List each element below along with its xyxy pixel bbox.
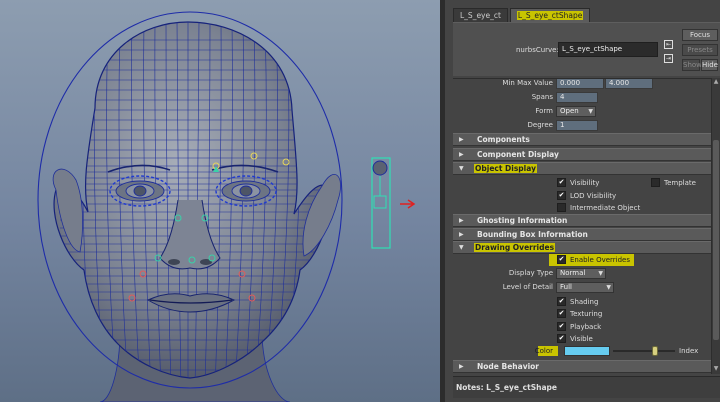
max-value-field[interactable]: 4.000 [605,79,653,89]
spans-label: Spans [531,93,553,101]
intermediate-checkbox[interactable]: ✔ [557,203,566,212]
texturing-label: Texturing [570,310,603,318]
lod-visibility-checkbox[interactable]: ✔ [557,191,566,200]
display-type-value: Normal [560,269,586,277]
spans-row: Spans 4 [453,91,711,104]
lod-value: Full [560,283,572,291]
section-drawing-overrides[interactable]: ▼ Drawing Overrides [453,241,711,254]
section-node-behavior[interactable]: ▶ Node Behavior [453,360,711,373]
section-title: Component Display [477,150,559,159]
color-swatch[interactable] [564,346,610,356]
section-components[interactable]: ▶ Components [453,133,711,146]
visible-label: Visible [570,335,593,343]
visibility-label: Visibility [570,179,600,187]
attribute-editor: L_S_eye_ct L_S_eye_ctShape nurbsCurve: L… [445,0,720,402]
section-title: Components [477,135,530,144]
form-dropdown[interactable]: Open ▼ [556,106,596,117]
right-eye-mesh [221,180,271,202]
intermediate-label: Intermediate Object [570,204,641,212]
show-button[interactable]: Show [682,59,702,71]
chevron-down-icon: ▼ [598,270,603,277]
chevron-down-icon: ▼ [588,108,593,115]
lod-row: Level of Detail Full ▼ [453,281,711,294]
shading-checkbox[interactable]: ✔ [557,297,566,306]
input-connection-icon[interactable]: ⇤ [664,40,673,49]
section-title: Drawing Overrides [474,243,556,252]
tab-shape[interactable]: L_S_eye_ctShape [509,8,591,22]
display-type-row: Display Type Normal ▼ [453,267,711,280]
eye-slider-control[interactable] [371,157,416,249]
output-connection-icon[interactable]: ⇥ [664,54,673,63]
scroll-up-icon[interactable]: ▲ [712,78,720,86]
form-row: Form Open ▼ [453,105,711,118]
shading-label: Shading [570,298,599,306]
triangle-right-icon: ▶ [459,231,464,238]
visibility-checkbox[interactable]: ✔ [557,178,566,187]
color-label: Color [534,347,553,355]
scroll-down-icon[interactable]: ▼ [712,365,720,373]
hide-button[interactable]: Hide [701,59,718,71]
color-index-slider-handle[interactable] [652,346,658,356]
lod-dropdown[interactable]: Full ▼ [556,282,614,293]
display-type-dropdown[interactable]: Normal ▼ [556,268,606,279]
section-title: Node Behavior [477,362,540,371]
enable-overrides-checkbox[interactable]: ✔ [557,255,566,264]
section-title: Ghosting Information [477,216,568,225]
lod-visibility-label: LOD Visibility [570,192,617,200]
triangle-right-icon: ▶ [459,136,464,143]
triangle-down-icon: ▼ [459,165,464,172]
section-title: Bounding Box Information [477,230,588,239]
degree-field[interactable]: 1 [556,120,598,131]
color-index-slider-track[interactable] [613,350,675,352]
section-title: Object Display [474,164,537,173]
form-label: Form [535,107,553,115]
attribute-scroll-area[interactable]: Min Max Value 0.000 4.000 Spans 4 Form O… [453,78,711,374]
chevron-down-icon: ▼ [606,284,611,291]
color-row: Color Index [453,345,711,358]
triangle-down-icon: ▼ [459,244,464,251]
vertical-scrollbar[interactable]: ▲ ▼ [711,78,720,374]
presets-button[interactable]: Presets [682,44,718,56]
display-type-label: Display Type [508,269,553,277]
focus-button[interactable]: Focus [682,29,718,41]
section-bounding-box[interactable]: ▶ Bounding Box Information [453,228,711,241]
section-component-display[interactable]: ▶ Component Display [453,148,711,161]
notes-bar[interactable]: Notes: L_S_eye_ctShape [453,376,720,398]
degree-label: Degree [527,121,553,129]
visible-checkbox[interactable]: ✔ [557,334,566,343]
node-name-field[interactable]: L_S_eye_ctShape [558,42,658,57]
arrow-right-icon [400,199,416,209]
form-value: Open [560,107,579,115]
triangle-right-icon: ▶ [459,151,464,158]
degree-row: Degree 1 [453,119,711,132]
playback-checkbox[interactable]: ✔ [557,322,566,331]
scroll-thumb[interactable] [713,140,719,340]
tab-shape-label: L_S_eye_ctShape [516,11,584,20]
triangle-right-icon: ▶ [459,217,464,224]
section-ghosting[interactable]: ▶ Ghosting Information [453,214,711,227]
template-checkbox[interactable]: ✔ [651,178,660,187]
node-type-label: nurbsCurve: [516,46,559,54]
left-nostril [168,259,180,265]
head-mesh-view[interactable] [0,0,440,402]
minmax-label: Min Max Value [502,79,553,87]
texturing-checkbox[interactable]: ✔ [557,309,566,318]
index-label: Index [679,347,699,355]
spans-field[interactable]: 4 [556,92,598,103]
section-object-display[interactable]: ▼ Object Display [453,162,711,175]
triangle-right-icon: ▶ [459,363,464,370]
notes-label: Notes: L_S_eye_ctShape [456,383,557,392]
right-ear [302,174,341,257]
node-header: nurbsCurve: L_S_eye_ctShape ⇤ ⇥ Focus Pr… [453,22,720,76]
lod-label: Level of Detail [502,283,553,291]
template-label: Template [664,179,696,187]
enable-overrides-label: Enable Overrides [570,256,631,264]
tab-transform[interactable]: L_S_eye_ct [453,8,508,22]
viewport-3d[interactable] [0,0,440,402]
min-value-field[interactable]: 0.000 [556,79,604,89]
node-tabs: L_S_eye_ct L_S_eye_ctShape [453,8,591,22]
playback-label: Playback [570,323,602,331]
left-eye-mesh [115,180,165,202]
